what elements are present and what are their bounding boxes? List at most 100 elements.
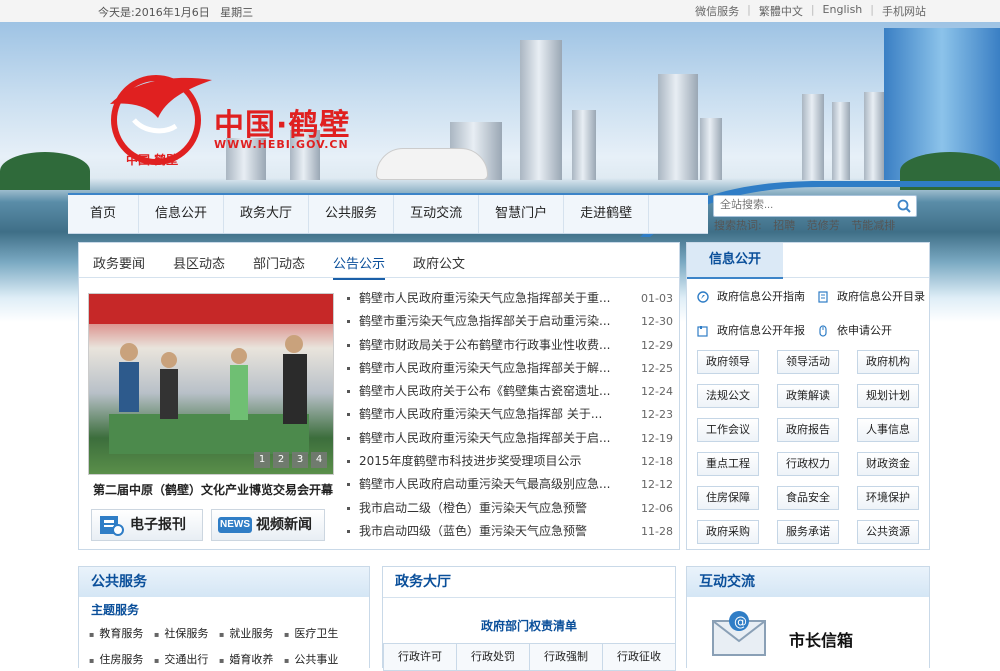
- carousel-page[interactable]: 3: [292, 452, 308, 468]
- info-category-button[interactable]: 重点工程: [697, 452, 759, 476]
- news-item-title[interactable]: 鹤壁市重污染天气应急指挥部关于启动重污染...: [359, 310, 621, 333]
- carousel-page[interactable]: 4: [311, 452, 327, 468]
- top-links: 微信服务 | 繁體中文 | English | 手机网站: [687, 3, 934, 19]
- newspaper-icon: [100, 516, 124, 536]
- responsibility-list-title[interactable]: 政府部门权责清单: [383, 617, 675, 634]
- nav-public-service[interactable]: 公共服务: [309, 195, 395, 233]
- nav-home[interactable]: 首页: [68, 195, 140, 233]
- nav-about-hebi[interactable]: 走进鹤壁: [564, 195, 650, 233]
- info-category-button[interactable]: 环境保护: [857, 486, 919, 510]
- bullet-icon: [347, 366, 350, 370]
- tab-gov-news[interactable]: 政务要闻: [93, 253, 145, 272]
- news-item[interactable]: 我市启动四级（蓝色）重污染天气应急预警 11-28: [347, 520, 673, 543]
- epaper-button[interactable]: 电子报刊: [91, 509, 203, 541]
- service-marriage[interactable]: 婚育收养: [219, 651, 273, 667]
- service-medical[interactable]: 医疗卫生: [284, 625, 338, 641]
- news-item[interactable]: 鹤壁市人民政府重污染天气应急指挥部关于启... 12-19: [347, 427, 673, 450]
- news-item-title[interactable]: 我市启动二级（橙色）重污染天气应急预警: [359, 497, 621, 520]
- english-link[interactable]: English: [815, 3, 871, 19]
- theme-service-title[interactable]: 主题服务: [91, 601, 139, 618]
- news-item[interactable]: 鹤壁市财政局关于公布鹤壁市行政事业性收费... 12-29: [347, 334, 673, 357]
- info-panel-title[interactable]: 信息公开: [687, 243, 783, 279]
- hot-word[interactable]: 范修芳: [807, 219, 840, 232]
- nav-gov-hall[interactable]: 政务大厅: [224, 195, 310, 233]
- news-item[interactable]: 我市启动二级（橙色）重污染天气应急预警 12-06: [347, 497, 673, 520]
- tab-department-news[interactable]: 部门动态: [253, 253, 305, 272]
- news-item[interactable]: 鹤壁市人民政府重污染天气应急指挥部 关于... 12-23: [347, 403, 673, 426]
- info-category-button[interactable]: 服务承诺: [777, 520, 839, 544]
- wechat-link[interactable]: 微信服务: [687, 3, 747, 19]
- mayor-mailbox-link[interactable]: 市长信箱: [789, 627, 853, 651]
- photo-caption[interactable]: 第二届中原（鹤壁）文化产业博览交易会开幕: [93, 481, 333, 498]
- info-category-button[interactable]: 政府报告: [777, 418, 839, 442]
- news-item[interactable]: 2015年度鹤壁市科技进步奖受理项目公示 12-18: [347, 450, 673, 473]
- info-category-button[interactable]: 住房保障: [697, 486, 759, 510]
- news-item-title[interactable]: 鹤壁市人民政府重污染天气应急指挥部关于重...: [359, 287, 621, 310]
- building: [700, 118, 722, 180]
- service-employment[interactable]: 就业服务: [219, 625, 273, 641]
- news-item[interactable]: 鹤壁市重污染天气应急指挥部关于启动重污染... 12-30: [347, 310, 673, 333]
- hot-word[interactable]: 招聘: [773, 219, 795, 232]
- bullet-icon: [347, 436, 350, 440]
- info-annual-report-link[interactable]: 政府信息公开年报: [697, 322, 805, 338]
- service-transport[interactable]: 交通出行: [154, 651, 208, 667]
- stadium: [376, 148, 488, 180]
- nav-interaction[interactable]: 互动交流: [394, 195, 480, 233]
- mouse-icon: [819, 325, 827, 337]
- service-housing[interactable]: 住房服务: [89, 651, 143, 667]
- info-category-button[interactable]: 法规公文: [697, 384, 759, 408]
- info-category-button[interactable]: 政府领导: [697, 350, 759, 374]
- info-category-button[interactable]: 公共资源: [857, 520, 919, 544]
- info-category-button[interactable]: 政府采购: [697, 520, 759, 544]
- video-news-button[interactable]: NEWS 视频新闻: [211, 509, 325, 541]
- info-category-button[interactable]: 规划计划: [857, 384, 919, 408]
- gov-hall-title[interactable]: 政务大厅: [383, 567, 675, 598]
- tab-announcements[interactable]: 公告公示: [333, 253, 386, 280]
- news-item-title[interactable]: 鹤壁市人民政府重污染天气应急指挥部 关于...: [359, 403, 621, 426]
- interaction-title[interactable]: 互动交流: [687, 567, 929, 597]
- news-item[interactable]: 鹤壁市人民政府关于公布《鹤壁集古瓷窑遗址... 12-24: [347, 380, 673, 403]
- nav-info-disclosure[interactable]: 信息公开: [139, 195, 225, 233]
- news-item-date: 12-23: [641, 408, 673, 422]
- building: [520, 40, 562, 180]
- info-category-button[interactable]: 食品安全: [777, 486, 839, 510]
- news-item-title[interactable]: 鹤壁市人民政府启动重污染天气最高级别应急...: [359, 473, 621, 496]
- news-item-title[interactable]: 鹤壁市人民政府重污染天气应急指挥部关于解...: [359, 357, 621, 380]
- tab-county-news[interactable]: 县区动态: [173, 253, 225, 272]
- news-item-date: 12-18: [641, 455, 673, 469]
- news-item-title[interactable]: 鹤壁市人民政府关于公布《鹤壁集古瓷窑遗址...: [359, 380, 621, 403]
- mobile-site-link[interactable]: 手机网站: [874, 3, 934, 19]
- hot-word[interactable]: 节能减排: [851, 219, 895, 232]
- search-icon[interactable]: [896, 198, 912, 214]
- tab-gov-documents[interactable]: 政府公文: [413, 253, 465, 272]
- news-item-title[interactable]: 鹤壁市财政局关于公布鹤壁市行政事业性收费...: [359, 334, 621, 357]
- info-category-button[interactable]: 财政资金: [857, 452, 919, 476]
- info-category-button[interactable]: 领导活动: [777, 350, 839, 374]
- news-photo-carousel[interactable]: 1 2 3 4: [88, 293, 334, 475]
- info-catalog-link[interactable]: 政府信息公开目录: [817, 288, 925, 304]
- info-category-button[interactable]: 人事信息: [857, 418, 919, 442]
- news-item-title[interactable]: 鹤壁市人民政府重污染天气应急指挥部关于启...: [359, 427, 621, 450]
- service-utilities[interactable]: 公共事业: [284, 651, 338, 667]
- news-item-title[interactable]: 2015年度鹤壁市科技进步奖受理项目公示: [359, 450, 621, 473]
- current-date: 今天是:2016年1月6日 星期三: [98, 6, 254, 19]
- info-category-button[interactable]: 政府机构: [857, 350, 919, 374]
- nav-smart-portal[interactable]: 智慧门户: [479, 195, 565, 233]
- carousel-page[interactable]: 1: [254, 452, 270, 468]
- traditional-chinese-link[interactable]: 繁體中文: [751, 3, 811, 19]
- news-item[interactable]: 鹤壁市人民政府重污染天气应急指挥部关于重... 01-03: [347, 287, 673, 310]
- news-item-title[interactable]: 我市启动四级（蓝色）重污染天气应急预警: [359, 520, 621, 543]
- search-input[interactable]: [714, 196, 896, 214]
- info-category-button[interactable]: 工作会议: [697, 418, 759, 442]
- service-social-security[interactable]: 社保服务: [154, 625, 208, 641]
- news-item[interactable]: 鹤壁市人民政府启动重污染天气最高级别应急... 12-12: [347, 473, 673, 496]
- public-service-title[interactable]: 公共服务: [79, 567, 369, 597]
- info-apply-link[interactable]: 依申请公开: [817, 322, 892, 338]
- building: [658, 74, 698, 180]
- news-item[interactable]: 鹤壁市人民政府重污染天气应急指挥部关于解... 12-25: [347, 357, 673, 380]
- info-category-button[interactable]: 行政权力: [777, 452, 839, 476]
- carousel-page[interactable]: 2: [273, 452, 289, 468]
- info-guide-link[interactable]: 政府信息公开指南: [697, 288, 805, 304]
- service-education[interactable]: 教育服务: [89, 625, 143, 641]
- info-category-button[interactable]: 政策解读: [777, 384, 839, 408]
